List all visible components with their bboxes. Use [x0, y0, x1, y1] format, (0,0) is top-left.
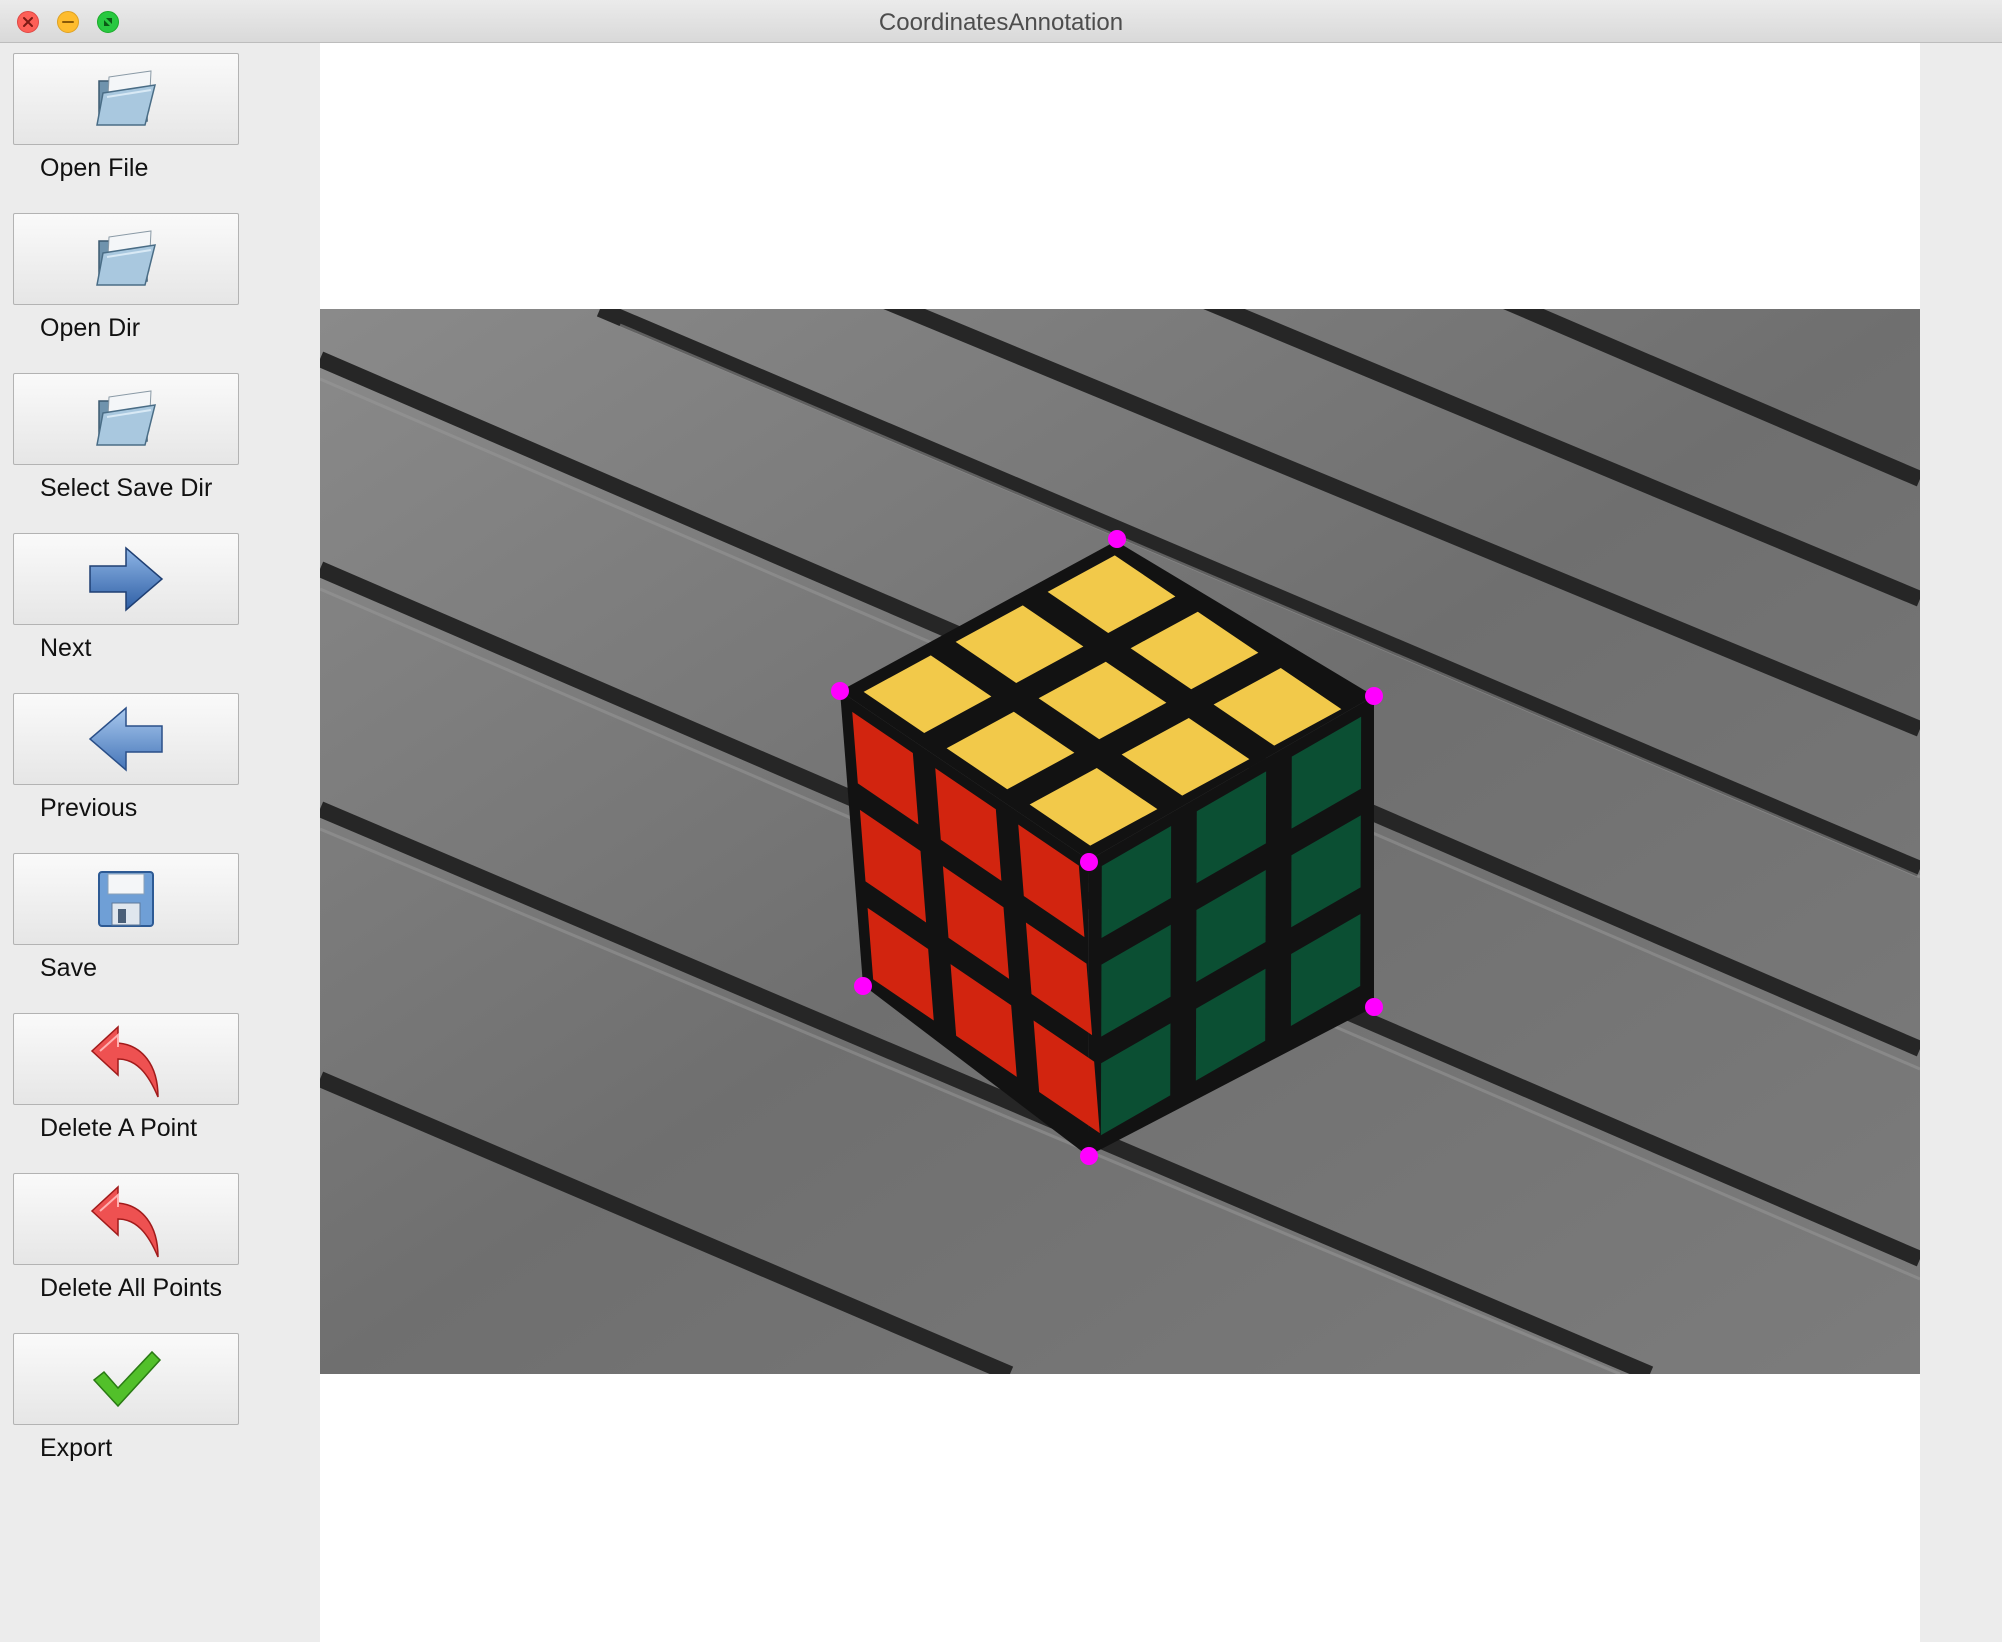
previous-button[interactable] — [13, 693, 239, 785]
undo-arrow-icon — [90, 1185, 159, 1258]
delete-all-points-tool: Delete All Points — [13, 1173, 243, 1303]
canvas-gutter — [1920, 43, 2002, 1642]
save-tool: Save — [13, 853, 243, 983]
annotation-point[interactable] — [1365, 998, 1383, 1016]
annotation-point[interactable] — [1080, 853, 1098, 871]
export-label: Export — [40, 1434, 113, 1462]
floppy-disk-icon — [98, 871, 154, 927]
open-file-button[interactable] — [13, 53, 239, 145]
next-tool: Next — [13, 533, 243, 663]
arrow-right-icon — [89, 546, 164, 612]
checkmark-icon — [92, 1350, 162, 1408]
select-save-dir-tool: Select Save Dir — [13, 373, 243, 503]
save-button[interactable] — [13, 853, 239, 945]
annotation-point[interactable] — [1365, 687, 1383, 705]
annotation-point[interactable] — [1108, 530, 1126, 548]
previous-tool: Previous — [13, 693, 243, 823]
folder-icon — [96, 70, 157, 126]
arrow-left-icon — [88, 706, 163, 772]
export-tool: Export — [13, 1333, 243, 1463]
save-label: Save — [40, 954, 97, 982]
open-file-tool: Open File — [13, 53, 243, 183]
folder-icon — [96, 390, 157, 446]
annotated-image[interactable] — [320, 309, 1920, 1374]
annotation-point[interactable] — [831, 682, 849, 700]
window-title: CoordinatesAnnotation — [878, 9, 1124, 36]
delete-a-point-tool: Delete A Point — [13, 1013, 243, 1143]
open-file-label: Open File — [40, 154, 149, 182]
delete-a-point-label: Delete A Point — [40, 1114, 198, 1142]
annotation-point[interactable] — [1080, 1147, 1098, 1165]
annotation-point[interactable] — [854, 977, 872, 995]
next-button[interactable] — [13, 533, 239, 625]
delete-all-points-label: Delete All Points — [40, 1274, 223, 1302]
title-bar: CoordinatesAnnotation — [0, 0, 2002, 43]
delete-a-point-button[interactable] — [13, 1013, 239, 1105]
open-dir-label: Open Dir — [40, 314, 141, 342]
tool-sidebar: Open File Open Dir Select Save Dir Next … — [0, 43, 318, 1642]
open-dir-tool: Open Dir — [13, 213, 243, 343]
delete-all-points-button[interactable] — [13, 1173, 239, 1265]
open-dir-button[interactable] — [13, 213, 239, 305]
next-label: Next — [40, 634, 92, 662]
select-save-dir-button[interactable] — [13, 373, 239, 465]
select-save-dir-label: Select Save Dir — [40, 474, 213, 502]
folder-icon — [96, 230, 157, 286]
previous-label: Previous — [40, 794, 138, 822]
export-button[interactable] — [13, 1333, 239, 1425]
undo-arrow-icon — [90, 1025, 159, 1098]
